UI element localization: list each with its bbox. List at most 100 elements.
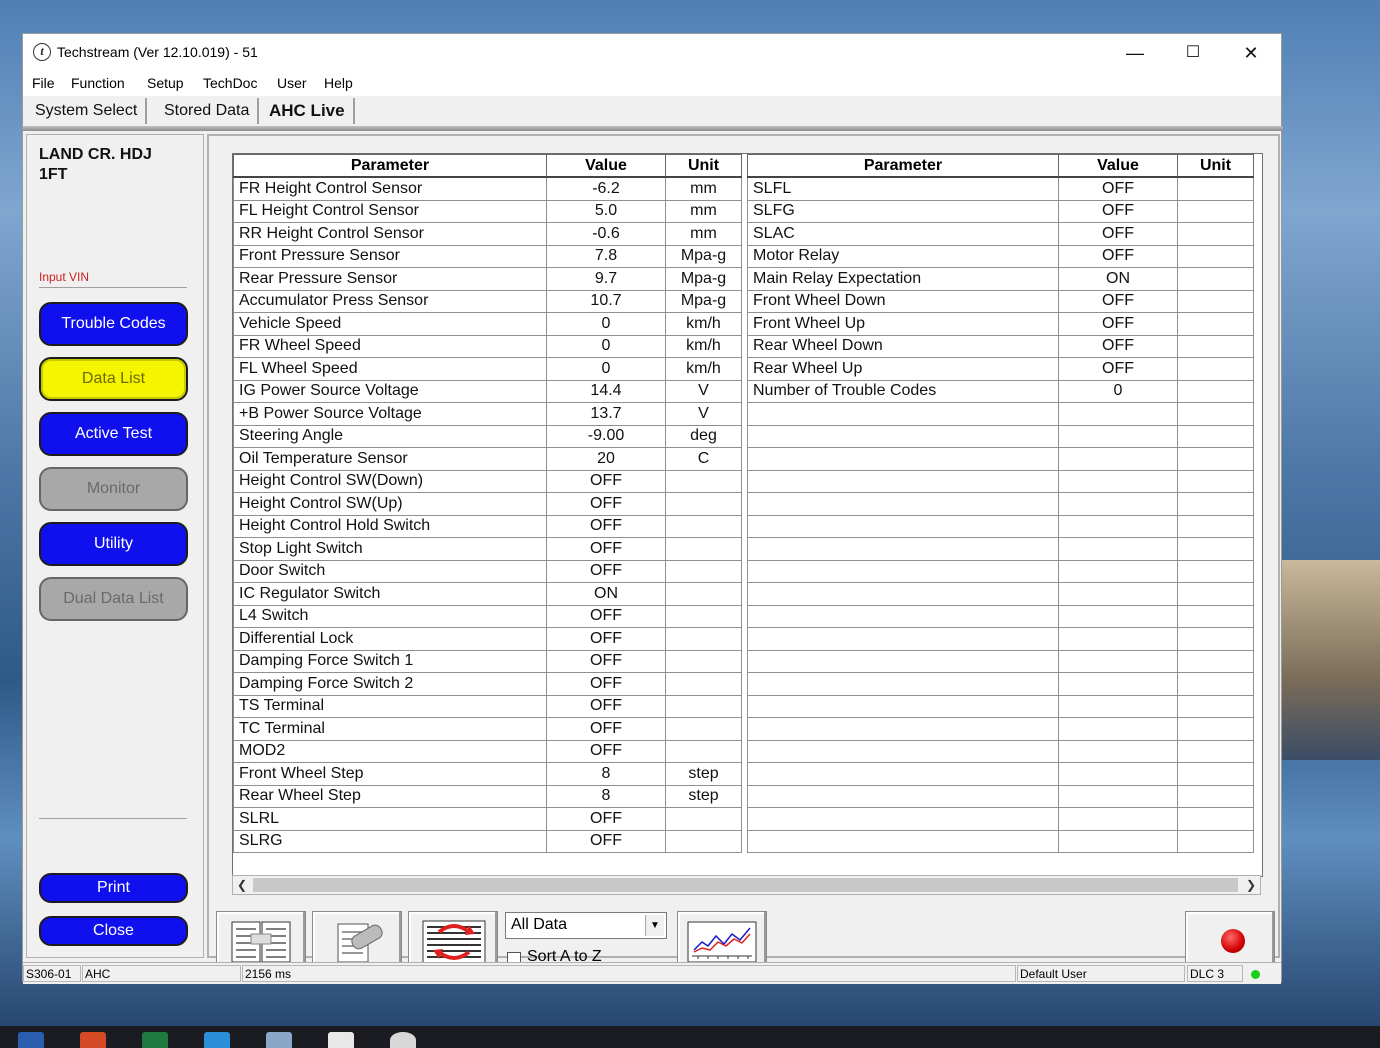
table-row[interactable]: RR Height Control Sensor -0.6 mm <box>233 222 742 246</box>
table-row[interactable]: L4 Switch OFF <box>233 604 742 628</box>
menu-help[interactable]: Help <box>324 75 353 91</box>
table-row[interactable] <box>747 762 1254 786</box>
table-row[interactable] <box>747 807 1254 831</box>
tab-stored-data[interactable]: Stored Data <box>156 98 260 124</box>
trouble-codes-button[interactable]: Trouble Codes <box>39 302 188 346</box>
menu-user[interactable]: User <box>277 75 307 91</box>
table-row[interactable]: Vehicle Speed 0 km/h <box>233 312 742 336</box>
monitor-button[interactable]: Monitor <box>39 467 188 511</box>
table-row[interactable]: Front Pressure Sensor 7.8 Mpa-g <box>233 244 742 268</box>
table-row[interactable]: IC Regulator Switch ON <box>233 582 742 606</box>
menu-function[interactable]: Function <box>71 75 125 91</box>
chevron-down-icon[interactable]: ▼ <box>645 915 664 936</box>
table-row[interactable]: TS Terminal OFF <box>233 694 742 718</box>
table-row[interactable] <box>747 649 1254 673</box>
close-button[interactable]: Close <box>39 916 188 946</box>
table-row[interactable]: Motor Relay OFF <box>747 244 1254 268</box>
table-row[interactable]: FR Height Control Sensor -6.2 mm <box>233 176 742 201</box>
table-row[interactable]: Front Wheel Down OFF <box>747 289 1254 313</box>
dual-data-list-button[interactable]: Dual Data List <box>39 577 188 621</box>
column-header-unit[interactable]: Unit <box>665 154 742 178</box>
table-row[interactable]: TC Terminal OFF <box>233 717 742 741</box>
table-row[interactable]: Number of Trouble Codes 0 <box>747 379 1254 403</box>
table-row[interactable]: Oil Temperature Sensor 20 C <box>233 447 742 471</box>
menu-techdoc[interactable]: TechDoc <box>203 75 257 91</box>
data-list-button[interactable]: Data List <box>39 357 188 401</box>
table-row[interactable] <box>747 402 1254 426</box>
table-row[interactable]: SLRG OFF <box>233 829 742 853</box>
column-header-parameter[interactable]: Parameter <box>233 154 547 178</box>
table-row[interactable]: Rear Pressure Sensor 9.7 Mpa-g <box>233 267 742 291</box>
table-row[interactable]: Rear Wheel Step 8 step <box>233 784 742 808</box>
column-header-unit[interactable]: Unit <box>1177 154 1254 178</box>
table-row[interactable]: Rear Wheel Up OFF <box>747 357 1254 381</box>
column-header-parameter[interactable]: Parameter <box>747 154 1059 178</box>
table-row[interactable] <box>747 739 1254 763</box>
table-row[interactable]: Stop Light Switch OFF <box>233 537 742 561</box>
utility-button[interactable]: Utility <box>39 522 188 566</box>
table-row[interactable] <box>747 514 1254 538</box>
table-row[interactable] <box>747 672 1254 696</box>
table-row[interactable] <box>747 627 1254 651</box>
browser-taskbar-icon[interactable] <box>204 1032 230 1048</box>
table-row[interactable]: Door Switch OFF <box>233 559 742 583</box>
menu-setup[interactable]: Setup <box>147 75 184 91</box>
table-row[interactable]: IG Power Source Voltage 14.4 V <box>233 379 742 403</box>
table-row[interactable]: SLRL OFF <box>233 807 742 831</box>
table-row[interactable] <box>747 447 1254 471</box>
table-row[interactable]: Damping Force Switch 1 OFF <box>233 649 742 673</box>
table-row[interactable]: Steering Angle -9.00 deg <box>233 424 742 448</box>
scroll-thumb[interactable] <box>253 878 1238 892</box>
print-button[interactable]: Print <box>39 873 188 903</box>
table-row[interactable]: MOD2 OFF <box>233 739 742 763</box>
table-row[interactable]: Accumulator Press Sensor 10.7 Mpa-g <box>233 289 742 313</box>
table-row[interactable]: Damping Force Switch 2 OFF <box>233 672 742 696</box>
excel-taskbar-icon[interactable] <box>142 1032 168 1048</box>
title-bar[interactable]: t Techstream (Ver 12.10.019) - 51 — ☐ ✕ <box>23 34 1281 72</box>
data-filter-select[interactable]: All Data ▼ <box>505 912 667 939</box>
table-row[interactable]: FR Wheel Speed 0 km/h <box>233 334 742 358</box>
table-row[interactable] <box>747 784 1254 808</box>
column-header-value[interactable]: Value <box>546 154 666 178</box>
horizontal-scrollbar[interactable]: ❮ ❯ <box>232 875 1261 895</box>
table-row[interactable] <box>747 829 1254 853</box>
table-row[interactable] <box>747 559 1254 583</box>
tab-system-select[interactable]: System Select <box>27 98 148 124</box>
techstream-taskbar-icon[interactable] <box>390 1032 416 1048</box>
table-row[interactable]: Rear Wheel Down OFF <box>747 334 1254 358</box>
scroll-left-icon[interactable]: ❮ <box>233 876 251 894</box>
table-row[interactable]: Height Control SW(Down) OFF <box>233 469 742 493</box>
table-row[interactable] <box>747 492 1254 516</box>
table-row[interactable] <box>747 424 1254 448</box>
table-row[interactable]: SLAC OFF <box>747 222 1254 246</box>
table-row[interactable] <box>747 537 1254 561</box>
table-row[interactable]: Front Wheel Up OFF <box>747 312 1254 336</box>
table-row[interactable]: Height Control SW(Up) OFF <box>233 492 742 516</box>
table-row[interactable] <box>747 582 1254 606</box>
tab-ahc-live[interactable]: AHC Live <box>261 98 355 124</box>
table-row[interactable]: FL Wheel Speed 0 km/h <box>233 357 742 381</box>
maximize-button[interactable]: ☐ <box>1164 34 1222 72</box>
folder-taskbar-icon[interactable] <box>328 1032 354 1048</box>
column-header-value[interactable]: Value <box>1058 154 1178 178</box>
table-row[interactable]: +B Power Source Voltage 13.7 V <box>233 402 742 426</box>
table-row[interactable] <box>747 604 1254 628</box>
table-row[interactable]: Main Relay Expectation ON <box>747 267 1254 291</box>
table-row[interactable]: Front Wheel Step 8 step <box>233 762 742 786</box>
table-row[interactable]: Height Control Hold Switch OFF <box>233 514 742 538</box>
table-row[interactable]: SLFL OFF <box>747 176 1254 201</box>
table-row[interactable] <box>747 717 1254 741</box>
minimize-button[interactable]: — <box>1106 34 1164 72</box>
app-taskbar-icon[interactable] <box>266 1032 292 1048</box>
powerpoint-taskbar-icon[interactable] <box>80 1032 106 1048</box>
close-window-button[interactable]: ✕ <box>1222 34 1280 72</box>
input-vin-link[interactable]: Input VIN <box>39 270 89 284</box>
table-row[interactable]: Differential Lock OFF <box>233 627 742 651</box>
scroll-right-icon[interactable]: ❯ <box>1242 876 1260 894</box>
active-test-button[interactable]: Active Test <box>39 412 188 456</box>
menu-file[interactable]: File <box>32 75 55 91</box>
table-row[interactable] <box>747 694 1254 718</box>
table-row[interactable] <box>747 469 1254 493</box>
table-row[interactable]: FL Height Control Sensor 5.0 mm <box>233 199 742 223</box>
table-row[interactable]: SLFG OFF <box>747 199 1254 223</box>
